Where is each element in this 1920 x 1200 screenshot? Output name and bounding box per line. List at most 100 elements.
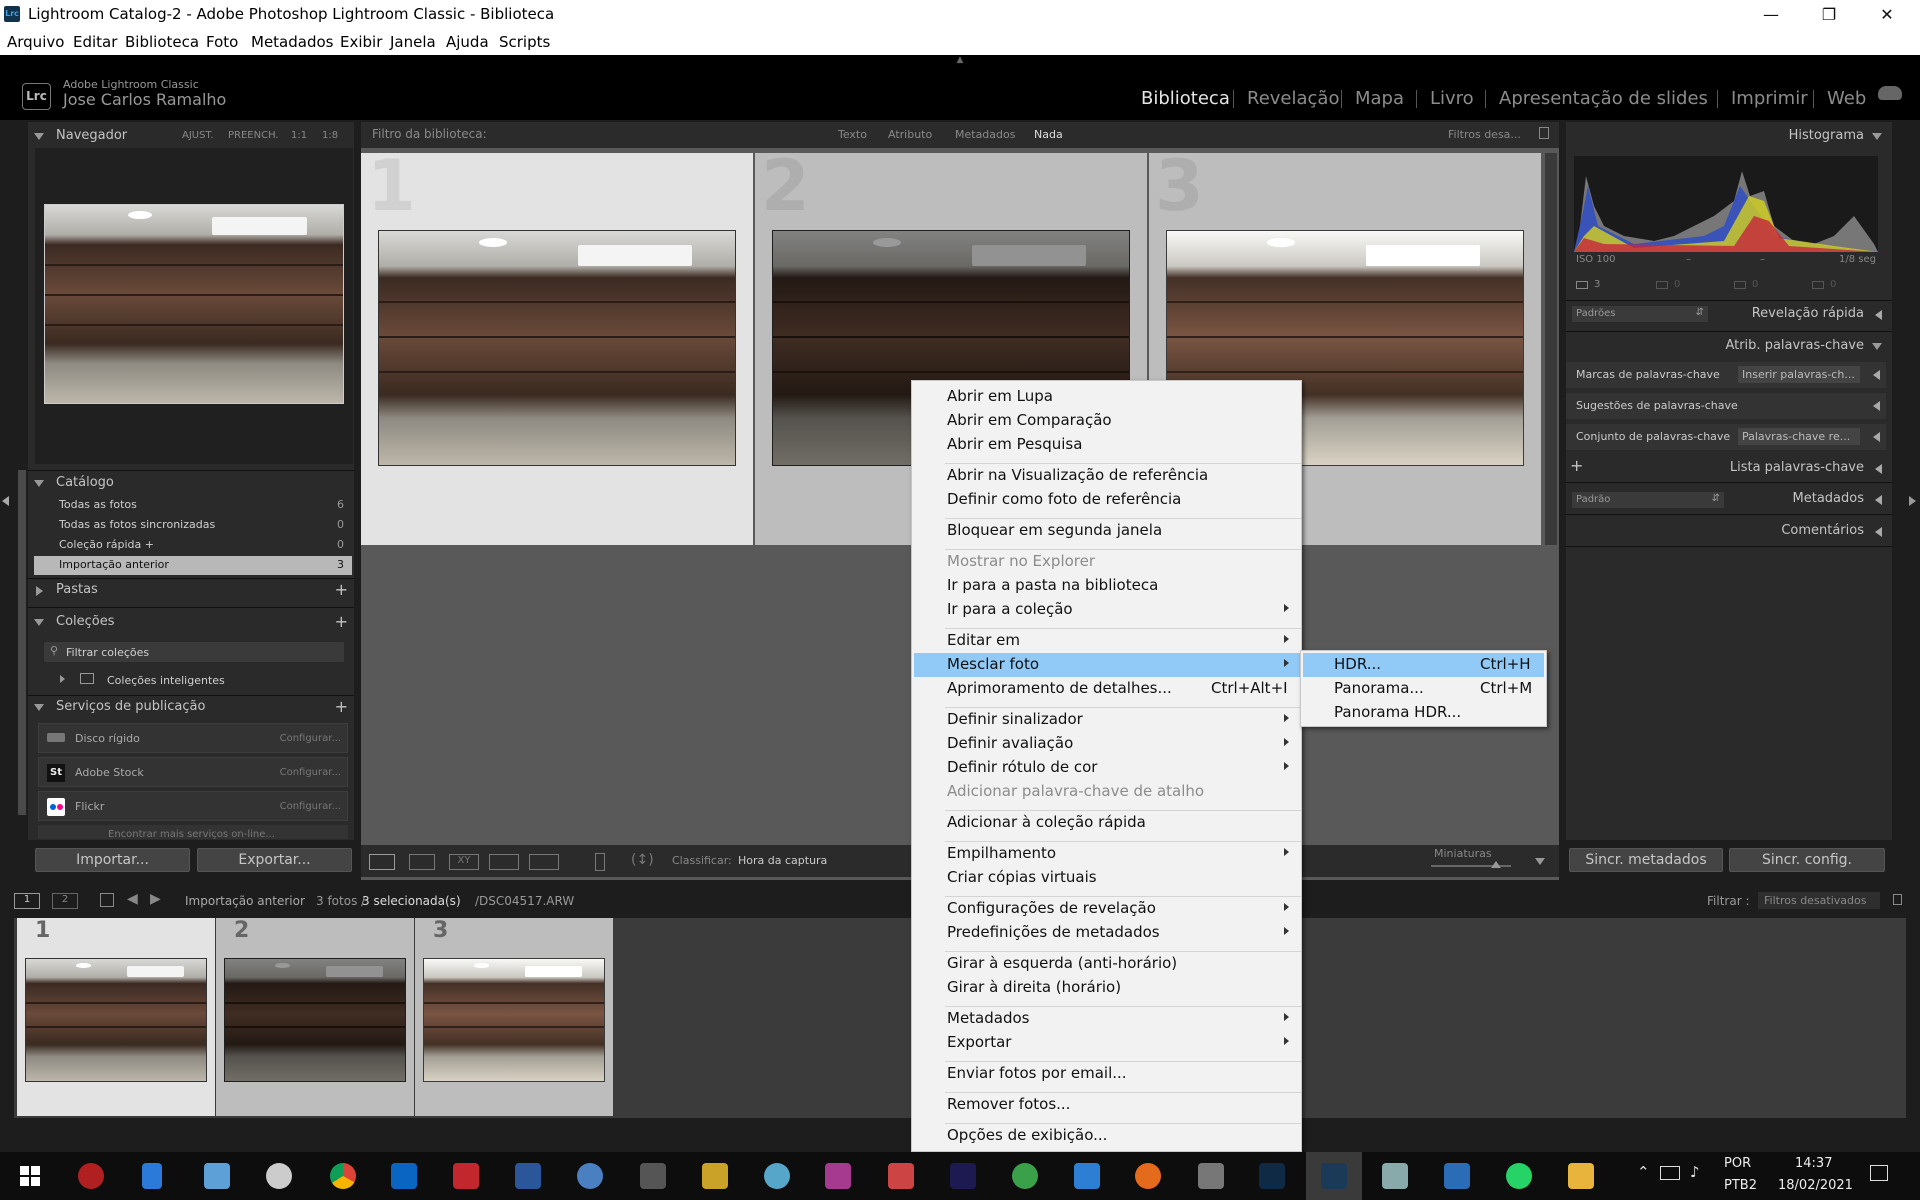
menu-item-go-to-folder[interactable]: Ir para a pasta na biblioteca	[947, 576, 1158, 600]
add-keyword-icon[interactable]: +	[1570, 456, 1583, 475]
filmstrip-filter-dropdown[interactable]: Filtros desativados	[1758, 892, 1880, 909]
explorer-icon[interactable]	[204, 1163, 230, 1189]
smart-collections[interactable]: Coleções inteligentes	[60, 672, 350, 690]
premiere-icon[interactable]	[950, 1163, 976, 1189]
app-globe-icon[interactable]	[266, 1163, 292, 1189]
menu-biblioteca[interactable]: Biblioteca	[125, 33, 199, 51]
thumbnail-image[interactable]	[378, 230, 736, 466]
app-pcp-icon[interactable]	[1444, 1163, 1470, 1189]
zoom-1-8[interactable]: 1:8	[322, 130, 338, 141]
forward-arrow-icon[interactable]: ▶	[150, 891, 161, 907]
keyword-set-dropdown[interactable]: Palavras-chave re...	[1738, 428, 1860, 445]
lock-icon[interactable]	[1539, 127, 1549, 139]
menu-item-panorama-hdr[interactable]: Panorama HDR...	[1334, 703, 1534, 727]
compare-view-icon[interactable]: XY	[449, 854, 479, 870]
app-blue2-icon[interactable]	[1074, 1163, 1100, 1189]
secondary-window-button[interactable]: 2	[52, 893, 78, 909]
menu-item-open-compare[interactable]: Abrir em Comparação	[947, 411, 1112, 435]
menu-metadados[interactable]: Metadados	[251, 33, 333, 51]
menu-item-rotate-right[interactable]: Girar à direita (horário)	[947, 978, 1121, 1002]
app-cyan-icon[interactable]	[764, 1163, 790, 1189]
filmstrip-filename[interactable]: /DSC04517.ARW	[475, 894, 574, 908]
publish-service-stock[interactable]: St Adobe Stock Configurar...	[38, 757, 348, 787]
keyword-tags-dropdown[interactable]: Inserir palavras-ch...	[1738, 366, 1860, 383]
expand-icon[interactable]	[1873, 401, 1880, 411]
volume-icon[interactable]: ♪	[1690, 1163, 1700, 1181]
metadata-preset[interactable]: Padrão ⇵	[1572, 492, 1724, 508]
filmstrip-cell[interactable]: 1	[17, 918, 215, 1116]
app-gray2-icon[interactable]	[1198, 1163, 1224, 1189]
menu-item-remove-photos[interactable]: Remover fotos...	[947, 1095, 1070, 1119]
expand-icon[interactable]	[1873, 432, 1880, 442]
menu-exibir[interactable]: Exibir	[340, 33, 382, 51]
lightroom-icon[interactable]	[1321, 1163, 1347, 1189]
navigator-header[interactable]: Navegador AJUST. PREENCH. 1:1 1:8	[34, 126, 352, 148]
chrome-icon[interactable]	[330, 1163, 356, 1189]
slider-thumb[interactable]	[1491, 861, 1501, 868]
find-more-services[interactable]: Encontrar mais serviços on-line...	[38, 825, 348, 839]
network-icon[interactable]	[1660, 1166, 1680, 1180]
app-fs-icon[interactable]	[825, 1163, 851, 1189]
photoshop-icon[interactable]	[1259, 1163, 1285, 1189]
folders-header[interactable]: Pastas +	[34, 580, 352, 602]
filter-tab-text[interactable]: Texto	[838, 128, 867, 141]
configure-link[interactable]: Configurar...	[280, 767, 341, 778]
zoom-fit[interactable]: AJUST.	[182, 130, 214, 141]
clock-date[interactable]: 18/02/2021	[1778, 1178, 1853, 1193]
menu-arquivo[interactable]: Arquivo	[7, 33, 64, 51]
menu-item-photo-merge[interactable]: Mesclar foto	[947, 655, 1039, 679]
keyboard-layout[interactable]: PTB2	[1724, 1178, 1757, 1193]
close-icon[interactable]: ✕	[1858, 0, 1916, 30]
module-apresentacao[interactable]: Apresentação de slides	[1499, 88, 1708, 109]
survey-view-icon[interactable]	[489, 854, 519, 870]
menu-item-set-rating[interactable]: Definir avaliação	[947, 734, 1073, 758]
quick-develop-header[interactable]: Revelação rápida	[1720, 306, 1886, 328]
module-web[interactable]: Web	[1827, 88, 1866, 109]
menu-item-go-to-collection[interactable]: Ir para a coleção	[947, 600, 1073, 624]
left-panel-toggle-icon[interactable]	[2, 495, 9, 510]
people-view-icon[interactable]	[529, 854, 559, 870]
menu-item-open-survey[interactable]: Abrir em Pesquisa	[947, 435, 1082, 459]
catalog-item-selected[interactable]: Importação anterior 3	[34, 556, 352, 575]
menu-item-open-loupe[interactable]: Abrir em Lupa	[947, 387, 1053, 411]
catalog-item[interactable]: Todas as fotos 6	[34, 496, 352, 515]
module-livro[interactable]: Livro	[1430, 88, 1474, 109]
sync-metadata-button[interactable]: Sincr. metadados	[1569, 848, 1723, 872]
histogram-header[interactable]: Histograma	[1566, 126, 1886, 148]
loupe-view-icon[interactable]	[409, 854, 435, 870]
menu-scripts[interactable]: Scripts	[499, 33, 550, 51]
app-yellow-icon[interactable]	[702, 1163, 728, 1189]
menu-item-metadata-presets[interactable]: Predefinições de metadados	[947, 923, 1160, 947]
metadata-header[interactable]: Metadados	[1730, 491, 1886, 513]
menu-item-set-color-label[interactable]: Definir rótulo de cor	[947, 758, 1097, 782]
notifications-icon[interactable]	[1870, 1165, 1888, 1181]
brush-icon[interactable]	[1812, 281, 1824, 289]
menu-item-open-reference[interactable]: Abrir na Visualização de referência	[947, 466, 1208, 490]
spray-can-icon[interactable]	[595, 853, 605, 871]
menu-item-metadata[interactable]: Metadados	[947, 1009, 1029, 1033]
catalog-item[interactable]: Todas as fotos sincronizadas 0	[34, 516, 352, 535]
catalog-item[interactable]: Coleção rápida + 0	[34, 536, 352, 555]
filezilla-icon[interactable]	[453, 1163, 479, 1189]
toolbar-menu-icon[interactable]	[1535, 858, 1545, 865]
app-photo-icon[interactable]	[1382, 1163, 1408, 1189]
menu-item-stacking[interactable]: Empilhamento	[947, 844, 1056, 868]
app-red-icon[interactable]	[78, 1163, 104, 1189]
tray-chevron-icon[interactable]: ⌃	[1637, 1163, 1650, 1181]
menu-janela[interactable]: Janela	[390, 33, 436, 51]
left-panel-scrollbar[interactable]	[18, 470, 26, 815]
crop-icon[interactable]	[1576, 281, 1588, 289]
menu-item-develop-settings[interactable]: Configurações de revelação	[947, 899, 1156, 923]
windows-start-icon[interactable]	[20, 1166, 40, 1186]
redeye-icon[interactable]	[1734, 281, 1746, 289]
menu-foto[interactable]: Foto	[206, 33, 238, 51]
menu-item-lock-second-window[interactable]: Bloquear em segunda janela	[947, 521, 1162, 545]
publish-header[interactable]: Serviços de publicação +	[34, 697, 352, 719]
keyword-suggestions-row[interactable]: Sugestões de palavras-chave	[1566, 393, 1886, 419]
export-button[interactable]: Exportar...	[197, 848, 352, 872]
folder-icon[interactable]	[1568, 1163, 1594, 1189]
menu-item-add-quick-collection[interactable]: Adicionar à coleção rápida	[947, 813, 1146, 837]
grid-icon[interactable]	[100, 893, 114, 907]
filter-tab-attribute[interactable]: Atributo	[888, 128, 932, 141]
filter-preset-dropdown[interactable]: Filtros desa...	[1448, 128, 1521, 141]
